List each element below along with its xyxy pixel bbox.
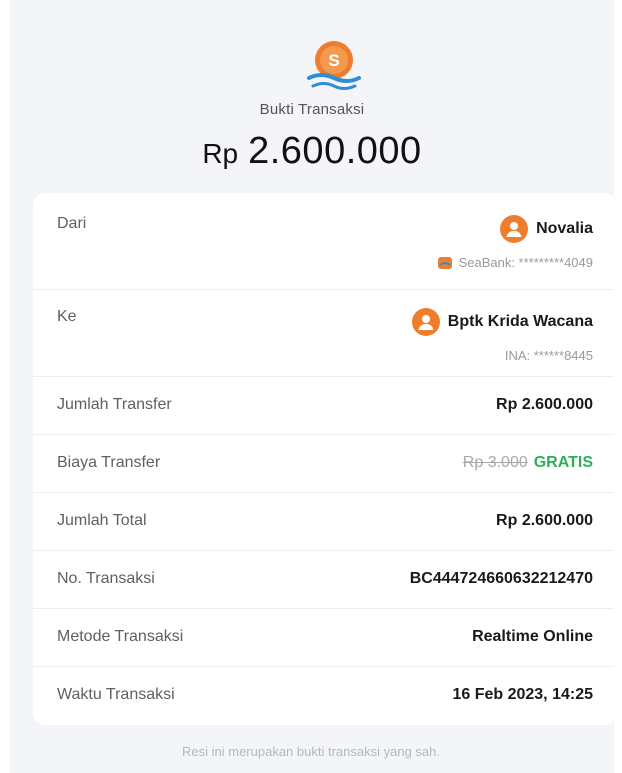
seabank-logo-icon: S <box>307 41 361 90</box>
receipt-title: Bukti Transaksi <box>259 101 365 118</box>
detail-label: Jumlah Transfer <box>57 396 172 413</box>
original-fee: Rp 3.000 <box>462 454 528 471</box>
transaction-details-card: Dari Novalia SeaBank: *********4049 Ke B… <box>33 193 617 725</box>
detail-label: Biaya Transfer <box>57 454 161 471</box>
detail-row-biaya-transfer: Biaya Transfer Rp 3.000 GRATIS <box>33 435 617 493</box>
to-name: Bptk Krida Wacana <box>447 313 593 330</box>
to-account: INA: ******8445 <box>504 348 593 363</box>
receipt-amount: Rp 2.600.000 <box>10 130 614 173</box>
detail-label: Jumlah Total <box>57 512 147 529</box>
detail-value: Rp 2.600.000 <box>496 512 593 529</box>
detail-label: Metode Transaksi <box>57 628 184 645</box>
receipt-header: S Bukti Transaksi Rp 2.600.000 <box>10 0 614 190</box>
logo-letter: S <box>328 51 339 70</box>
detail-row-waktu-transaksi: Waktu Transaksi 16 Feb 2023, 14:25 <box>33 667 617 725</box>
transaction-id: BC444724660632212470 <box>409 570 593 587</box>
to-party: Bptk Krida Wacana INA: ******8445 <box>411 308 593 363</box>
detail-value: Realtime Online <box>472 628 593 645</box>
detail-row-jumlah-transfer: Jumlah Transfer Rp 2.600.000 <box>33 377 617 435</box>
receipt-footer-note: Resi ini merupakan bukti transaksi yang … <box>182 744 440 759</box>
user-avatar-icon <box>411 308 440 336</box>
free-badge: GRATIS <box>533 454 593 471</box>
from-name: Novalia <box>536 220 593 237</box>
from-label: Dari <box>57 215 87 232</box>
fee-value: Rp 3.000 GRATIS <box>463 454 593 472</box>
detail-label: No. Transaksi <box>57 570 155 587</box>
detail-value: Rp 2.600.000 <box>496 396 593 413</box>
from-account: SeaBank: *********4049 <box>458 255 593 270</box>
seabank-small-icon <box>437 256 452 269</box>
detail-row-jumlah-total: Jumlah Total Rp 2.600.000 <box>33 493 617 551</box>
to-row: Ke Bptk Krida Wacana INA: ******8445 <box>33 290 617 377</box>
detail-row-metode-transaksi: Metode Transaksi Realtime Online <box>33 609 617 667</box>
to-label: Ke <box>57 308 77 325</box>
from-row: Dari Novalia SeaBank: *********4049 <box>33 193 617 290</box>
detail-row-no-transaksi: No. Transaksi BC444724660632212470 <box>33 551 617 609</box>
user-avatar-icon <box>500 215 529 243</box>
from-party: Novalia SeaBank: *********4049 <box>437 215 593 270</box>
amount-value: 2.600.000 <box>248 130 422 172</box>
receipt-screen: S Bukti Transaksi Rp 2.600.000 Dari Nova… <box>0 0 622 773</box>
detail-label: Waktu Transaksi <box>57 686 175 703</box>
amount-currency: Rp <box>202 138 239 169</box>
transaction-time: 16 Feb 2023, 14:25 <box>452 686 593 703</box>
